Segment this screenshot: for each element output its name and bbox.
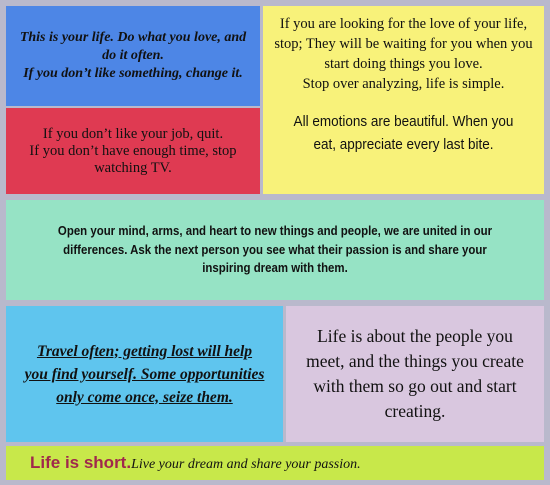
quote-red-text: If you don’t like your job, quit. If you… [6,126,260,177]
quote-red-line2: If you don’t have enough time, stop watc… [29,142,237,176]
quote-yellow-para1-text: If you are looking for the love of your … [274,16,533,72]
banner-rest: Live your dream and share your passion. [131,457,361,472]
quote-panel-sky: Travel often; getting lost will help you… [6,306,283,442]
quote-yellow-para1b-text: Stop over analyzing, life is simple. [302,76,505,92]
quote-blue-text: This is your life. Do what you love, and… [6,29,260,83]
quote-lavender-text: Life is about the people you meet, and t… [306,326,524,421]
banner-lead: Life is short. [30,453,132,472]
quote-mint-text: Open your mind, arms, and heart to new t… [57,223,493,276]
quote-panel-mint: Open your mind, arms, and heart to new t… [6,200,544,300]
quote-blue-line2: If you don’t like something, change it. [23,66,243,81]
quote-sky-text: Travel often; getting lost will help you… [24,342,265,406]
quote-panel-red: If you don’t like your job, quit. If you… [6,108,260,194]
quote-panel-blue: This is your life. Do what you love, and… [6,6,260,106]
banner-text: Life is short.Live your dream and share … [6,453,361,473]
quote-panel-yellow: If you are looking for the love of your … [263,6,544,194]
quote-red-line1: If you don’t like your job, quit. [42,125,224,142]
quote-blue-line1: This is your life. Do what you love, and… [19,30,247,63]
quote-yellow-para2: All emotions are beautiful. When you eat… [293,113,514,153]
quote-yellow-para1: If you are looking for the love of your … [263,6,544,94]
banner-panel: Life is short.Live your dream and share … [6,446,544,480]
quote-panel-lavender: Life is about the people you meet, and t… [286,306,544,442]
